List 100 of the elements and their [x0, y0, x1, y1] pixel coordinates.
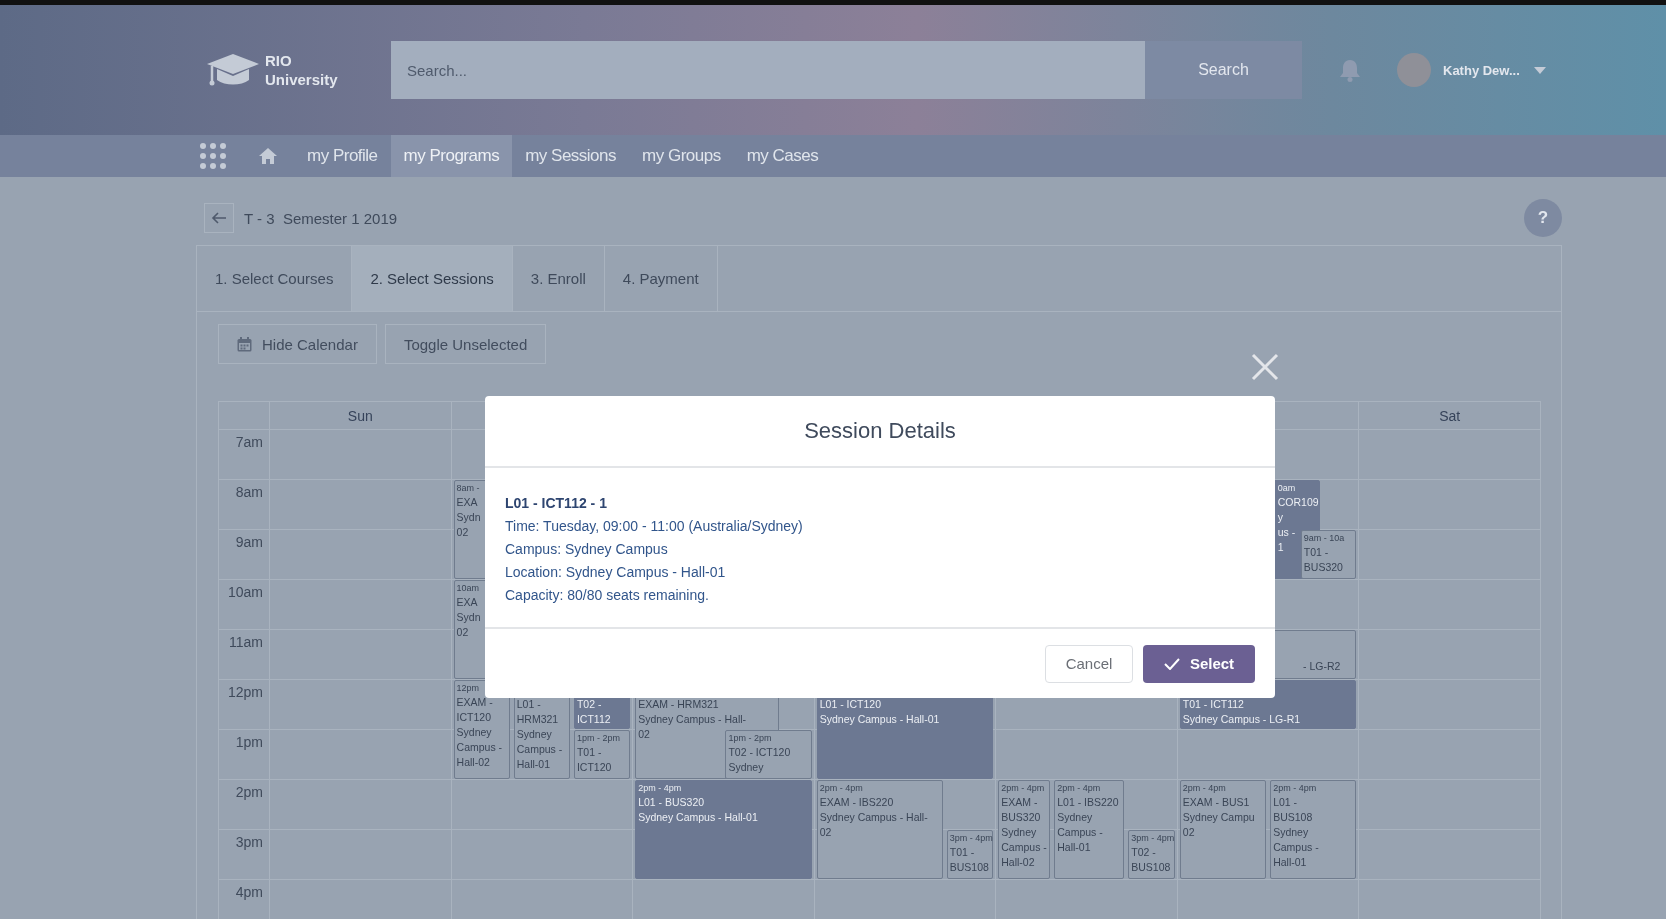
nav-tab[interactable]: my Profile — [294, 135, 391, 177]
nav-tab[interactable]: my Groups — [629, 135, 734, 177]
calendar-event[interactable]: 2pm - 4pm EXAM - BUS320 Sydney Campus - Hall-02 — [998, 780, 1051, 879]
calendar-event[interactable]: 2pm - 4pm L01 - BUS320 Sydney Campus - Hall-01 — [635, 780, 812, 879]
event-text: - LG-R2 — [1303, 659, 1341, 674]
calendar-event[interactable]: 2pm - 4pm EXAM - BUS1 Sydney Campu 02 — [1179, 780, 1267, 879]
day-header: Sat — [1439, 407, 1461, 424]
calendar-event[interactable]: 2pm - 4pm L01 - IBS220 Sydney Campus - Hall-01 — [1054, 780, 1125, 879]
hour-label: 7am — [235, 434, 263, 450]
event-text: ICT120 — [576, 760, 612, 775]
event-text: Hall-01 — [1273, 855, 1307, 870]
hour-label: 2pm — [235, 784, 263, 800]
step-tab[interactable]: 1. Select Courses — [197, 246, 353, 312]
nav-tab[interactable]: my Sessions — [512, 135, 630, 177]
event-text: Sydney Campus - LG-R1 — [1182, 712, 1301, 727]
event-text: T01 - — [576, 745, 602, 760]
calendar-event[interactable]: 2pm - 4pm L01 - BUS108 Sydney Campus - Hall-01 — [1270, 780, 1357, 879]
event-text: EXAM - BUS1 — [1182, 795, 1250, 810]
event-text: EXA — [456, 595, 478, 610]
event-time: 9am - 10a — [1303, 532, 1345, 545]
event-text: 1 — [1277, 540, 1284, 555]
hour-label: 12pm — [227, 684, 263, 700]
cancel-button[interactable]: Cancel — [1045, 644, 1133, 683]
event-text: L01 - IBS220 — [1057, 795, 1119, 810]
event-text: Sydney Campus - Hall- — [638, 712, 747, 727]
event-time: 3pm - 4pm — [949, 832, 993, 845]
hour-label: 4pm — [235, 884, 263, 900]
calendar-event[interactable]: 9am - 10a T01 - BUS320 — [1300, 530, 1357, 579]
event-time: 10am — [456, 582, 480, 595]
event-text: EXAM - HRM321 — [638, 697, 719, 712]
toggle-button[interactable]: Toggle Unselected — [384, 324, 547, 364]
event-time: 2pm - 4pm — [638, 782, 682, 795]
event-time: 1pm - 2pm — [728, 732, 772, 745]
nav-tab[interactable]: my Cases — [733, 135, 832, 177]
event-text: T02 - — [576, 697, 602, 712]
logo-text: University — [265, 70, 338, 89]
caret-icon[interactable] — [1533, 66, 1546, 74]
event-text: L01 - — [516, 697, 541, 712]
event-text: BUS320 — [1001, 810, 1041, 825]
select-button[interactable]: Select — [1143, 644, 1255, 683]
help-button[interactable]: ? — [1524, 199, 1562, 237]
event-text: L01 - — [1273, 795, 1298, 810]
event-text: 02 — [456, 625, 469, 640]
calendar-event[interactable]: 12pm EXAM - ICT120 Sydney Campus - Hall-02 — [453, 680, 510, 779]
close-icon[interactable] — [1250, 352, 1280, 382]
event-text: Hall-01 — [516, 757, 550, 772]
event-time: 2pm - 4pm — [1001, 782, 1045, 795]
event-text: T01 - — [949, 845, 975, 860]
calendar-event[interactable]: 1pm - 2pm T01 - ICT120 — [573, 730, 631, 779]
day-header: Sun — [347, 407, 373, 424]
event-text: 02 — [638, 727, 650, 742]
event-text: Sydney — [1057, 810, 1093, 825]
event-text: Sydn — [456, 610, 481, 625]
calendar-event[interactable]: 3pm - 4pm T01 - BUS108 — [946, 830, 994, 879]
nav-tab[interactable]: my Programs — [390, 135, 513, 177]
search-field[interactable]: Search... — [391, 41, 1145, 99]
event-time: 1pm - 2pm — [576, 732, 620, 745]
event-time: 2pm - 4pm — [1057, 782, 1101, 795]
event-text: y — [1277, 510, 1283, 525]
avatar[interactable] — [1397, 53, 1431, 87]
event-text: Sydney — [456, 725, 492, 740]
event-text: Sydney Campu — [1182, 810, 1255, 825]
event-text: EXAM - — [1001, 795, 1038, 810]
event-text: Campus - — [516, 742, 563, 757]
event-text: 02 — [819, 825, 832, 840]
event-time: 0am — [1277, 482, 1296, 495]
event-text: ICT112 — [576, 712, 611, 727]
event-time: 12pm — [456, 682, 480, 695]
back-button[interactable] — [204, 203, 234, 233]
event-time: 2pm - 4pm — [1273, 782, 1317, 795]
event-text: Sydney Campus - Hall-01 — [638, 810, 758, 825]
step-tab[interactable]: 4. Payment — [604, 246, 718, 312]
checkmark-icon — [1163, 657, 1180, 670]
search-button[interactable]: Search — [1145, 41, 1302, 99]
event-text: Campus - — [1273, 840, 1319, 855]
event-text: 02 — [456, 525, 469, 540]
calendar-event[interactable]: 1pm - 2pm T02 - ICT120 Sydney — [725, 730, 812, 779]
hour-label: 1pm — [235, 734, 263, 750]
step-tab[interactable]: 2. Select Sessions — [352, 246, 513, 312]
event-time: 3pm - 4pm — [1131, 832, 1175, 845]
bell-icon[interactable] — [1339, 58, 1361, 82]
event-text: Sydney — [1273, 825, 1309, 840]
event-text: Sydney — [728, 760, 764, 775]
hide-calendar-button[interactable]: Hide Calendar — [218, 324, 377, 364]
event-text: 02 — [1182, 825, 1195, 840]
hour-label: 9am — [235, 534, 263, 550]
hour-label: 11am — [229, 634, 263, 650]
home-icon[interactable] — [259, 148, 277, 164]
dialog-title: Session Details — [804, 418, 956, 444]
user-name[interactable]: Kathy Dew... — [1443, 62, 1520, 78]
step-tab[interactable]: 3. Enroll — [512, 246, 605, 312]
event-text: Hall-02 — [456, 755, 490, 770]
calendar-event[interactable]: 3pm - 4pm T02 - BUS108 — [1128, 830, 1175, 879]
hour-label: 10am — [227, 584, 263, 600]
event-text: BUS108 — [1131, 860, 1171, 875]
app-grid-icon[interactable] — [200, 143, 226, 169]
calendar-event[interactable]: 2pm - 4pm EXAM - IBS220 Sydney Campus - Hall- 02 — [816, 780, 943, 879]
event-time: 2pm - 4pm — [819, 782, 863, 795]
event-text: Sydney — [516, 727, 552, 742]
page-title: T - 3 Semester 1 2019 — [244, 209, 398, 227]
